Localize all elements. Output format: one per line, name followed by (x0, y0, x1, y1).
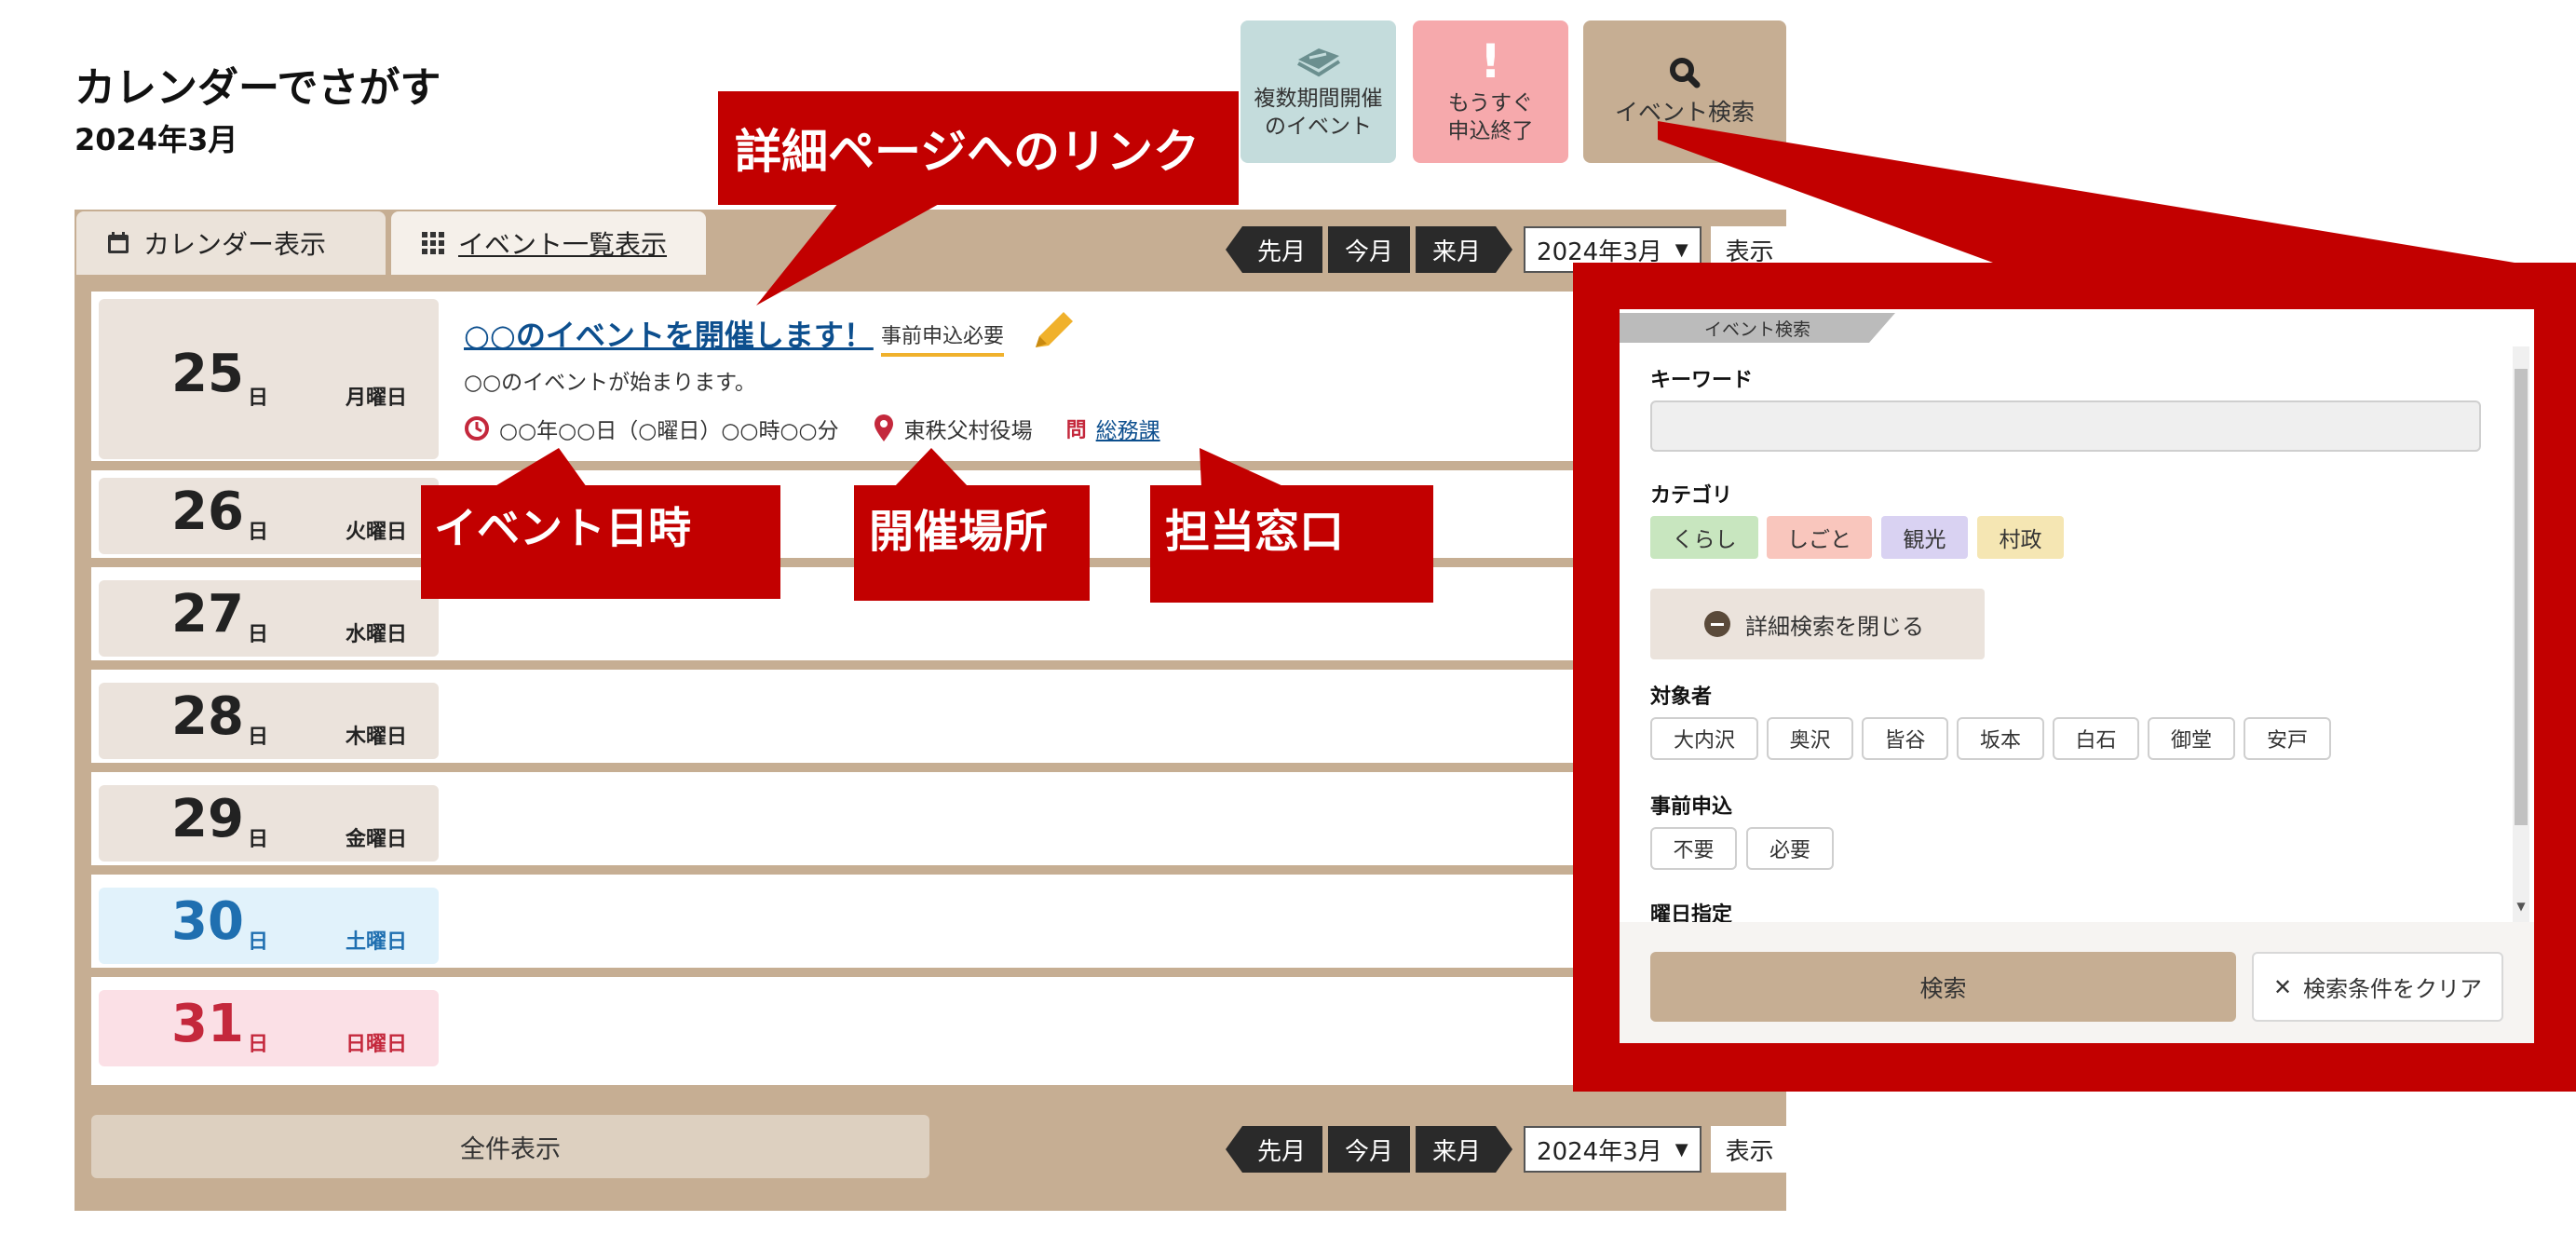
category-sonsei[interactable]: 村政 (1977, 516, 2064, 559)
target-chip[interactable]: 御堂 (2148, 717, 2235, 760)
close-icon: ✕ (2272, 973, 2293, 1000)
keyword-label: キーワード (1650, 369, 1754, 392)
minus-circle-icon (1704, 611, 1730, 637)
preapply-chip-required[interactable]: 必要 (1746, 827, 1834, 870)
target-chip[interactable]: 奥沢 (1767, 717, 1853, 760)
search-submit-button[interactable]: 検索 (1650, 952, 2236, 1022)
category-label: カテゴリ (1650, 484, 1733, 508)
target-chip[interactable]: 大内沢 (1650, 717, 1758, 760)
datetime-callout-pointer (494, 448, 587, 487)
target-chip[interactable]: 白石 (2053, 717, 2139, 760)
place-callout-pointer (894, 448, 969, 487)
clear-conditions-label: 検索条件をクリア (2303, 976, 2483, 1002)
preapply-chip-not-required[interactable]: 不要 (1650, 827, 1737, 870)
scrollbar-thumb[interactable] (2515, 369, 2528, 825)
category-shigoto[interactable]: しごと (1767, 516, 1872, 559)
dept-callout-pointer (1200, 448, 1285, 487)
link-callout-pointer (756, 203, 941, 305)
callout-department: 担当窓口 (1150, 485, 1433, 603)
search-callout-pointer (1658, 121, 2515, 263)
search-panel-tab: イベント検索 (1620, 313, 1895, 343)
target-chip[interactable]: 皆谷 (1862, 717, 1948, 760)
category-kanko[interactable]: 観光 (1881, 516, 1968, 559)
keyword-input[interactable] (1650, 400, 2481, 452)
clear-conditions-button[interactable]: ✕ 検索条件をクリア (2252, 952, 2503, 1022)
scroll-down-icon[interactable]: ▼ (2515, 900, 2528, 918)
preapply-label: 事前申込 (1650, 795, 1733, 819)
close-advanced-search-button[interactable]: 詳細検索を閉じる (1650, 589, 1985, 659)
target-chip[interactable]: 坂本 (1957, 717, 2044, 760)
category-kurashi[interactable]: くらし (1650, 516, 1758, 559)
callout-event-datetime: イベント日時 (421, 485, 780, 599)
target-chip[interactable]: 安戸 (2244, 717, 2331, 760)
callout-event-place: 開催場所 (854, 485, 1090, 601)
callout-detail-link: 詳細ページへのリンク (718, 91, 1239, 205)
close-advanced-label: 詳細検索を閉じる (1745, 613, 1924, 640)
target-label: 対象者 (1650, 685, 1713, 709)
